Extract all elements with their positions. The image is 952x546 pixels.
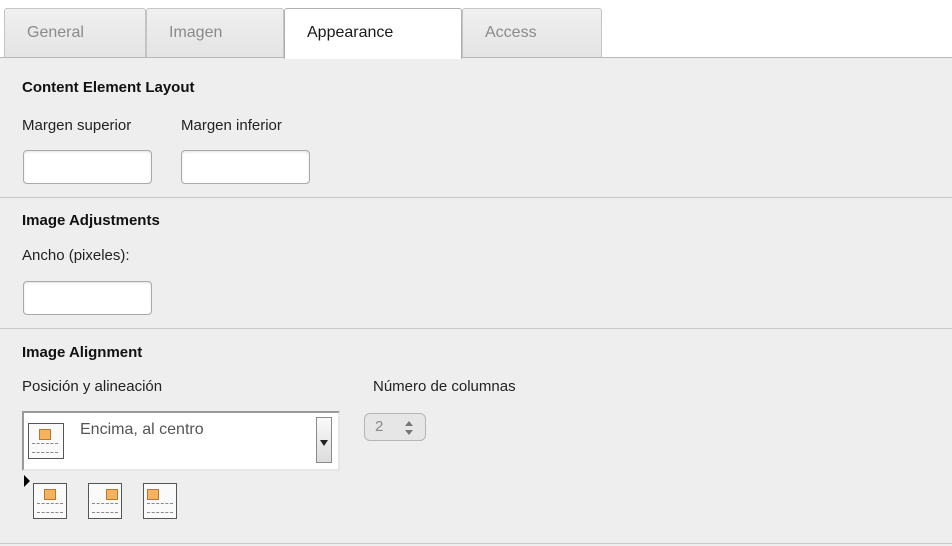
- margin-bottom-input[interactable]: [181, 150, 310, 184]
- above-center-icon: [28, 423, 64, 459]
- section-title: Image Alignment: [22, 344, 143, 361]
- section-title: Image Adjustments: [22, 212, 160, 229]
- content-element-layout-section: Content Element Layout Margen superior M…: [0, 58, 952, 198]
- position-label: Posición y alineación: [22, 378, 163, 395]
- position-selected-value: Encima, al centro: [80, 421, 204, 438]
- appearance-panel: Content Element Layout Margen superior M…: [0, 58, 952, 546]
- width-input[interactable]: [23, 281, 152, 315]
- above-left-icon[interactable]: [143, 483, 177, 519]
- section-title: Content Element Layout: [22, 79, 195, 96]
- chevron-down-icon[interactable]: [316, 417, 332, 463]
- margin-bottom-label: Margen inferior: [181, 117, 282, 134]
- width-label: Ancho (pixeles):: [22, 247, 130, 264]
- decrement-icon[interactable]: [405, 430, 413, 435]
- margin-top-input[interactable]: [23, 150, 152, 184]
- image-adjustments-section: Image Adjustments Ancho (pixeles):: [0, 198, 952, 329]
- tab-appearance[interactable]: Appearance: [284, 8, 462, 59]
- tab-bar: General Imagen Appearance Access: [0, 0, 952, 59]
- tab-general[interactable]: General: [4, 8, 146, 57]
- increment-icon[interactable]: [405, 421, 413, 426]
- tab-imagen[interactable]: Imagen: [146, 8, 284, 57]
- tab-access[interactable]: Access: [462, 8, 602, 57]
- columns-value: 2: [375, 418, 384, 435]
- position-select[interactable]: Encima, al centro: [22, 411, 340, 471]
- above-center-icon[interactable]: [33, 483, 67, 519]
- image-alignment-section: Image Alignment Posición y alineación Nú…: [0, 329, 952, 544]
- selected-pointer-icon: [24, 475, 30, 487]
- margin-top-label: Margen superior: [22, 117, 132, 134]
- columns-label: Número de columnas: [373, 378, 516, 395]
- columns-stepper[interactable]: 2: [364, 413, 426, 441]
- above-right-icon[interactable]: [88, 483, 122, 519]
